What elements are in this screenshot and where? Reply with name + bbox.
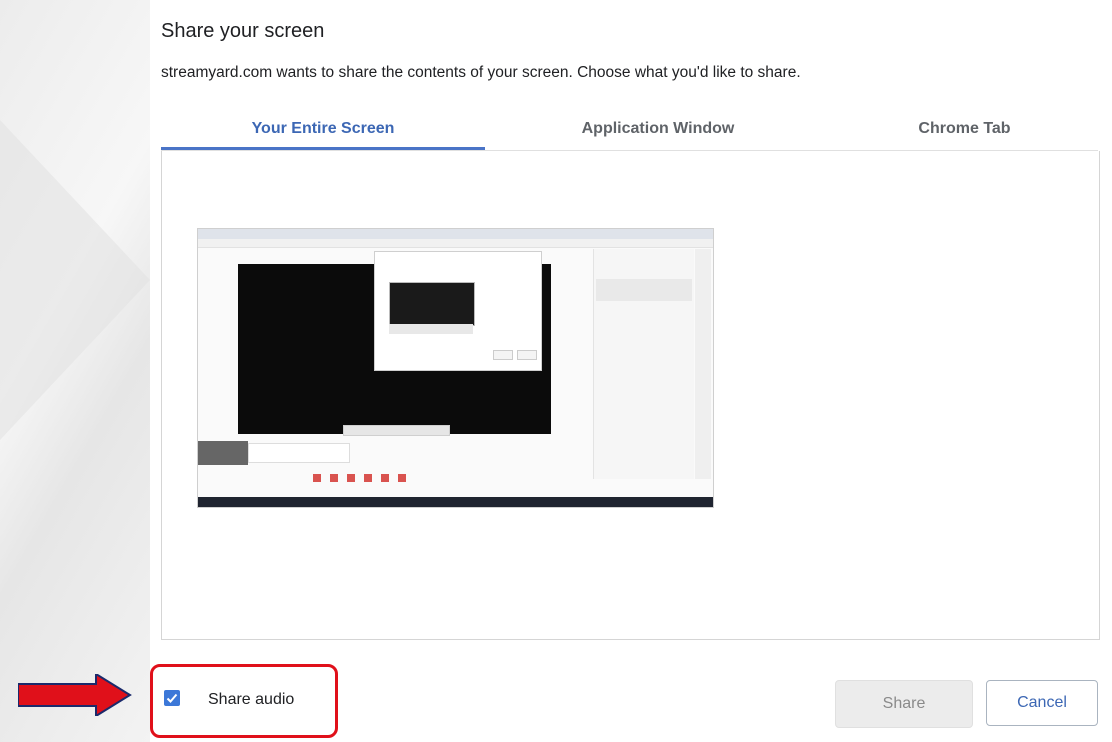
share-screen-dialog: Share your screen streamyard.com wants t… [150, 0, 1112, 742]
thumb-browser-tabs [198, 229, 713, 239]
thumb-right-rail [695, 249, 711, 479]
thumb-url-bar [198, 239, 713, 248]
thumb-mini-button [493, 350, 513, 360]
tab-entire-screen[interactable]: Your Entire Screen [161, 110, 485, 150]
dialog-title: Share your screen [161, 20, 325, 42]
thumb-comment-card [596, 279, 692, 301]
thumb-sidebar [593, 249, 694, 479]
checkmark-icon [166, 693, 178, 703]
background-panel [0, 0, 150, 742]
thumb-toolbar [313, 469, 463, 482]
share-audio-checkbox[interactable] [164, 690, 180, 706]
cancel-button[interactable]: Cancel [986, 680, 1098, 726]
tab-chrome-tab[interactable]: Chrome Tab [831, 110, 1098, 148]
thumb-guest-tile [198, 441, 248, 465]
thumb-mini-screen [389, 282, 475, 326]
thumb-note [248, 443, 350, 463]
thumb-share-dialog [374, 251, 542, 371]
thumb-taskbar [198, 497, 713, 507]
thumb-layout-controls [343, 425, 450, 436]
thumb-mini-bar [389, 324, 473, 334]
source-list [161, 151, 1100, 640]
source-tabs: Your Entire Screen Application Window Ch… [161, 110, 1098, 151]
screen-thumbnail[interactable] [197, 228, 714, 508]
tab-application-window[interactable]: Application Window [485, 110, 831, 148]
share-audio-label[interactable]: Share audio [208, 691, 294, 709]
share-button[interactable]: Share [835, 680, 973, 728]
background-facet [0, 120, 150, 440]
annotation-arrow-icon [18, 674, 132, 716]
thumb-mini-button [517, 350, 537, 360]
dialog-subtitle: streamyard.com wants to share the conten… [161, 64, 801, 81]
